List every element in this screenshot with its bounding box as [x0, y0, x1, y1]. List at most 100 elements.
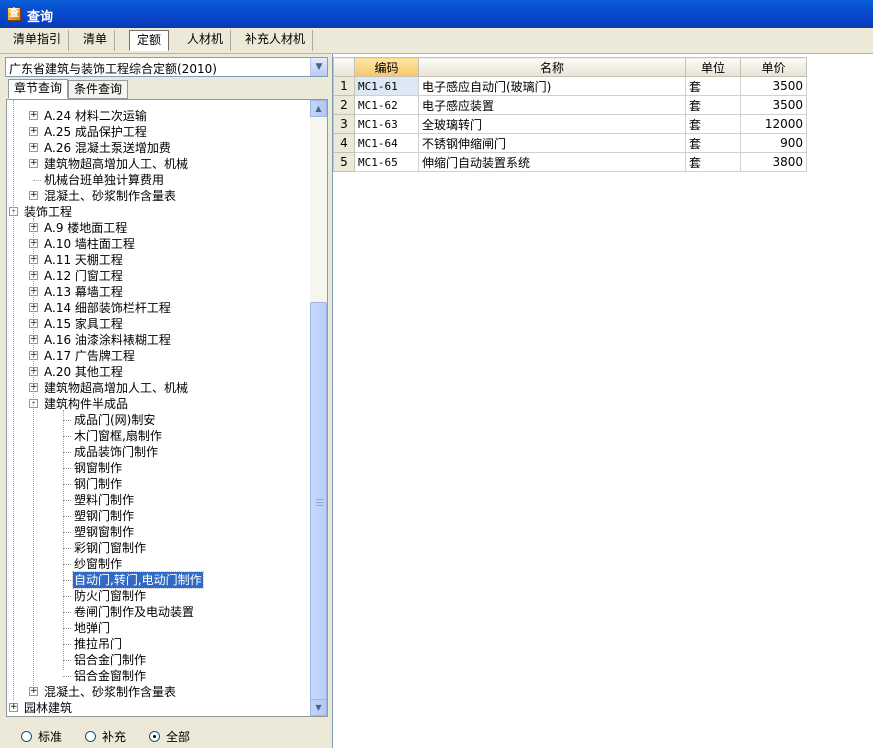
- cell-price[interactable]: 3500: [740, 76, 807, 96]
- radio-supplementary[interactable]: 补充: [85, 729, 126, 745]
- tree-item[interactable]: 防火门窗制作: [7, 588, 309, 604]
- scroll-thumb[interactable]: [310, 302, 327, 702]
- expand-icon[interactable]: +: [29, 191, 38, 200]
- expand-icon[interactable]: +: [29, 159, 38, 168]
- tree-item[interactable]: + 建筑物超高增加人工、机械: [7, 380, 309, 396]
- tree-connector: [63, 436, 71, 437]
- table-row[interactable]: 2 MC1-62 电子感应装置套 3500: [333, 95, 807, 115]
- column-header-code[interactable]: 编码: [354, 57, 419, 77]
- cell-unit[interactable]: 套: [685, 76, 741, 96]
- cell-name[interactable]: 电子感应自动门(玻璃门): [418, 76, 686, 96]
- tree-item[interactable]: + A.9 楼地面工程: [7, 220, 309, 236]
- cell-code[interactable]: MC1-63: [354, 114, 419, 134]
- radio-all[interactable]: 全部: [149, 729, 190, 745]
- tree-item[interactable]: + A.12 门窗工程: [7, 268, 309, 284]
- app-icon: 查: [7, 7, 21, 21]
- column-header-name[interactable]: 名称: [418, 57, 686, 77]
- tree-item[interactable]: 彩钢门窗制作: [7, 540, 309, 556]
- cell-unit[interactable]: 套: [685, 95, 741, 115]
- tab-supplementary-lmm[interactable]: 补充人材机: [238, 30, 314, 51]
- tree-item[interactable]: 卷闸门制作及电动装置: [7, 604, 309, 620]
- tree-item[interactable]: 塑钢门制作: [7, 508, 309, 524]
- tree-item[interactable]: + 混凝土、砂浆制作含量表: [7, 188, 309, 204]
- cell-name[interactable]: 伸缩门自动装置系统: [418, 152, 686, 172]
- tab-bill-guide[interactable]: 清单指引: [6, 30, 70, 51]
- table-row[interactable]: 5 MC1-65 伸缩门自动装置系统套 3800: [333, 152, 807, 172]
- cell-price[interactable]: 3500: [740, 95, 807, 115]
- tree-item[interactable]: 地弹门: [7, 620, 309, 636]
- tree-item-label: A.17 广告牌工程: [44, 349, 135, 363]
- column-header-unit[interactable]: 单位: [685, 57, 741, 77]
- tree-item[interactable]: 木门窗框,扇制作: [7, 428, 309, 444]
- tree-item[interactable]: + A.24 材料二次运输: [7, 108, 309, 124]
- table-row[interactable]: 3 MC1-63 全玻璃转门套 12000: [333, 114, 807, 134]
- tree-item[interactable]: - 装饰工程: [7, 204, 309, 220]
- tree-item[interactable]: + 建筑物超高增加人工、机械: [7, 156, 309, 172]
- chevron-down-icon[interactable]: ▼: [310, 58, 327, 76]
- cell-code[interactable]: MC1-65: [354, 152, 419, 172]
- quota-library-select[interactable]: 广东省建筑与装饰工程综合定额(2010) ▼: [5, 57, 328, 77]
- cell-code[interactable]: MC1-64: [354, 133, 419, 153]
- tree-item[interactable]: 铝合金门制作: [7, 652, 309, 668]
- tree-item[interactable]: + A.26 混凝土泵送增加费: [7, 140, 309, 156]
- tree-item[interactable]: 机械台班单独计算费用: [7, 172, 309, 188]
- tree-item[interactable]: + 园林建筑: [7, 700, 309, 716]
- cell-unit[interactable]: 套: [685, 114, 741, 134]
- tree-item[interactable]: + A.14 细部装饰栏杆工程: [7, 300, 309, 316]
- radio-standard[interactable]: 标准: [21, 729, 62, 745]
- tree-item[interactable]: + A.16 油漆涂料裱糊工程: [7, 332, 309, 348]
- tree-item[interactable]: - 建筑构件半成品: [7, 396, 309, 412]
- cell-name[interactable]: 全玻璃转门: [418, 114, 686, 134]
- tree-item[interactable]: + A.17 广告牌工程: [7, 348, 309, 364]
- cell-price[interactable]: 3800: [740, 152, 807, 172]
- cell-name[interactable]: 电子感应装置: [418, 95, 686, 115]
- cell-price[interactable]: 12000: [740, 114, 807, 134]
- tab-quota[interactable]: 定额: [129, 30, 170, 51]
- table-row[interactable]: 1 MC1-61 电子感应自动门(玻璃门) 套 3500: [333, 76, 807, 96]
- tab-labor-material-machine[interactable]: 人材机: [180, 30, 232, 51]
- scroll-down-icon[interactable]: ▼: [310, 699, 327, 716]
- table-row[interactable]: 4 MC1-64 不锈钢伸缩闸门套 900: [333, 133, 807, 153]
- tab-chapter-query[interactable]: 章节查询: [8, 79, 69, 99]
- tree-item[interactable]: + A.13 幕墙工程: [7, 284, 309, 300]
- cell-code[interactable]: MC1-62: [354, 95, 419, 115]
- tree-item[interactable]: 推拉吊门: [7, 636, 309, 652]
- cell-name[interactable]: 不锈钢伸缩闸门: [418, 133, 686, 153]
- row-number[interactable]: 5: [333, 152, 355, 172]
- tree-item[interactable]: + A.25 成品保护工程: [7, 124, 309, 140]
- tree-connector: [63, 628, 71, 629]
- tree-item[interactable]: 钢窗制作: [7, 460, 309, 476]
- row-number[interactable]: 4: [333, 133, 355, 153]
- tree-item[interactable]: 自动门,转门,电动门制作: [7, 571, 309, 589]
- cell-code[interactable]: MC1-61: [354, 76, 419, 96]
- tree-item[interactable]: + A.20 其他工程: [7, 364, 309, 380]
- tree-item[interactable]: 钢门制作: [7, 476, 309, 492]
- expand-icon[interactable]: +: [9, 703, 18, 712]
- tab-condition-query[interactable]: 条件查询: [68, 80, 129, 99]
- tree-item[interactable]: + A.15 家具工程: [7, 316, 309, 332]
- tree-connector: [63, 564, 71, 565]
- tree-item[interactable]: 成品装饰门制作: [7, 444, 309, 460]
- tree-item[interactable]: 成品门(网)制安: [7, 412, 309, 428]
- tree-item[interactable]: 铝合金窗制作: [7, 668, 309, 684]
- cell-unit[interactable]: 套: [685, 152, 741, 172]
- tree-connector: [63, 580, 71, 581]
- expand-icon[interactable]: +: [29, 127, 38, 136]
- cell-price[interactable]: 900: [740, 133, 807, 153]
- tree-item[interactable]: + A.10 墙柱面工程: [7, 236, 309, 252]
- tree-item[interactable]: + 混凝土、砂浆制作含量表: [7, 684, 309, 700]
- column-header-price[interactable]: 单价: [740, 57, 807, 77]
- tree-item[interactable]: 塑料门制作: [7, 492, 309, 508]
- row-number[interactable]: 2: [333, 95, 355, 115]
- expand-icon[interactable]: +: [29, 143, 38, 152]
- expand-icon[interactable]: +: [29, 111, 38, 120]
- tree-item[interactable]: 纱窗制作: [7, 556, 309, 572]
- cell-unit[interactable]: 套: [685, 133, 741, 153]
- row-number[interactable]: 3: [333, 114, 355, 134]
- tree-scrollbar[interactable]: ▲ ▼: [310, 100, 327, 716]
- tree-item[interactable]: + A.11 天棚工程: [7, 252, 309, 268]
- tab-bill[interactable]: 清单: [76, 30, 116, 51]
- scroll-up-icon[interactable]: ▲: [310, 100, 327, 117]
- row-number[interactable]: 1: [333, 76, 355, 96]
- tree-item[interactable]: 塑钢窗制作: [7, 524, 309, 540]
